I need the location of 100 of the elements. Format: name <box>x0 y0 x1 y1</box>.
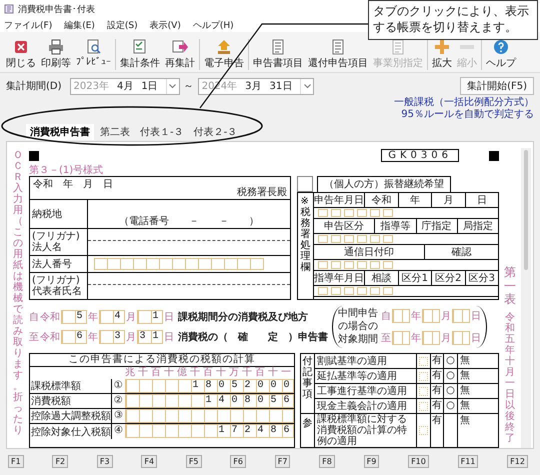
date-input[interactable]: 5 <box>61 310 87 324</box>
toolbar-button[interactable]: 申告書項目 <box>252 39 304 70</box>
menu-item[interactable]: 表示(V) <box>150 18 181 32</box>
amount-input[interactable]: 18052000 <box>124 379 294 393</box>
input-box[interactable] <box>383 235 393 244</box>
marker-square-icon <box>489 150 499 161</box>
input-box[interactable] <box>383 261 393 270</box>
date-input[interactable]: 31 <box>137 330 163 344</box>
toolbar-button[interactable]: ヘルプ <box>485 39 517 70</box>
toolbar-button[interactable]: 還付申告項目 <box>307 39 369 70</box>
input-box[interactable] <box>419 386 428 396</box>
office-label: 申告年月日 <box>314 193 365 208</box>
toolbar-button[interactable]: 再集計 <box>164 39 196 70</box>
input-box[interactable] <box>357 209 367 218</box>
input-box[interactable] <box>318 209 328 218</box>
input-box[interactable] <box>370 209 380 218</box>
aggregate-button[interactable]: 集計開始(F5) <box>460 77 534 95</box>
office-label: 令和 <box>365 193 398 208</box>
menu-item[interactable]: 設定(S) <box>106 18 138 32</box>
office-label: 局指定 <box>462 220 494 234</box>
number-input-boxes[interactable] <box>94 258 264 270</box>
toolbar-button[interactable]: 集計条件 <box>119 39 161 70</box>
date-input[interactable]: 1 <box>137 310 163 324</box>
menu-item[interactable]: ファイル(F) <box>4 18 52 32</box>
close-icon <box>13 39 29 55</box>
toolbar-button[interactable]: 印刷等 <box>40 39 72 70</box>
input-box[interactable] <box>344 209 354 218</box>
input-box[interactable] <box>331 287 341 296</box>
date-dropdown[interactable]: 2023年 4月 1日 <box>70 78 180 94</box>
input-box[interactable] <box>318 235 328 244</box>
amount-input[interactable]: 1408056 <box>124 394 294 408</box>
menu-item[interactable]: ヘルプ(H) <box>192 18 234 32</box>
function-key[interactable]: F9 <box>364 455 380 468</box>
date-input[interactable] <box>392 308 410 323</box>
toolbar-button[interactable]: 閉じる <box>5 39 37 70</box>
input-box[interactable] <box>357 261 367 270</box>
amount-input[interactable]: 172486 <box>124 424 294 438</box>
mode-note: 95％ルールを自動で判定する <box>401 109 534 121</box>
input-box[interactable] <box>370 235 380 244</box>
tab[interactable]: 第二表 <box>96 124 134 140</box>
input-box[interactable] <box>419 372 428 380</box>
function-key[interactable]: F3 <box>96 455 113 468</box>
input-box[interactable] <box>331 209 341 218</box>
function-key[interactable]: F7 <box>274 455 290 468</box>
unit-label: 日 <box>164 330 174 344</box>
input-box[interactable] <box>318 261 328 270</box>
date-input[interactable] <box>422 308 440 323</box>
printer-icon <box>48 39 64 55</box>
date-input[interactable] <box>452 330 470 345</box>
unit-label: 月 <box>126 310 136 324</box>
function-key[interactable]: F11 <box>458 455 478 468</box>
input-box[interactable] <box>331 261 341 270</box>
tab[interactable]: 付表２-３ <box>190 124 242 140</box>
function-key[interactable]: F8 <box>319 455 335 468</box>
amount-input[interactable] <box>124 409 294 423</box>
phone-label: （電話番号 － － ） <box>119 214 259 228</box>
function-key[interactable]: F4 <box>141 455 158 468</box>
function-key[interactable]: F5 <box>186 455 202 468</box>
input-box[interactable] <box>419 426 428 435</box>
date-input[interactable]: 3 <box>99 330 125 344</box>
row-label: 消費税額 <box>30 394 112 408</box>
chevron-down-icon <box>304 84 311 88</box>
input-box[interactable] <box>344 235 354 244</box>
date-input[interactable] <box>452 308 470 323</box>
tab[interactable]: 付表１-３ <box>136 124 188 140</box>
input-box[interactable] <box>383 209 393 218</box>
input-box[interactable] <box>318 287 328 296</box>
input-box[interactable] <box>344 287 354 296</box>
date-input[interactable] <box>422 330 440 345</box>
callout-text: タブのクリックにより、表示 する帳票を切り替えます。 <box>368 0 538 40</box>
input-box[interactable] <box>419 402 428 410</box>
function-key[interactable]: F10 <box>408 455 429 468</box>
input-box[interactable] <box>419 356 428 366</box>
unit-label: 月 <box>126 330 136 344</box>
input-box[interactable] <box>370 261 380 270</box>
input-box[interactable] <box>357 287 367 296</box>
menu-item[interactable]: 編集(E) <box>64 18 95 32</box>
tab[interactable]: 消費税申告書 <box>26 124 94 140</box>
function-key[interactable]: F2 <box>52 455 68 468</box>
range-separator: ～ <box>184 80 194 93</box>
function-key[interactable]: F1 <box>8 455 24 468</box>
input-box[interactable] <box>370 287 380 296</box>
kana-label: (フリガナ) <box>32 275 80 286</box>
side-title: 第一表 <box>504 266 516 306</box>
function-key[interactable]: F12 <box>507 455 528 468</box>
toolbar-button[interactable]: 拡大 <box>431 39 453 70</box>
function-key[interactable]: F6 <box>230 455 246 468</box>
toolbar-button[interactable]: ﾌﾟﾚﾋﾞｭｰ <box>75 39 112 70</box>
input-box[interactable] <box>357 235 367 244</box>
input-box[interactable] <box>344 261 354 270</box>
scrollbar[interactable] <box>521 148 531 448</box>
date-input[interactable] <box>392 330 410 345</box>
office-label: 年 <box>398 193 432 208</box>
office-label: 区分3 <box>468 272 496 286</box>
input-box[interactable] <box>383 287 393 296</box>
yes-label: 有 <box>431 414 444 447</box>
seal-box <box>297 176 313 192</box>
date-input[interactable]: 4 <box>99 310 125 324</box>
input-box[interactable] <box>331 235 341 244</box>
date-input[interactable]: 6 <box>61 330 87 344</box>
